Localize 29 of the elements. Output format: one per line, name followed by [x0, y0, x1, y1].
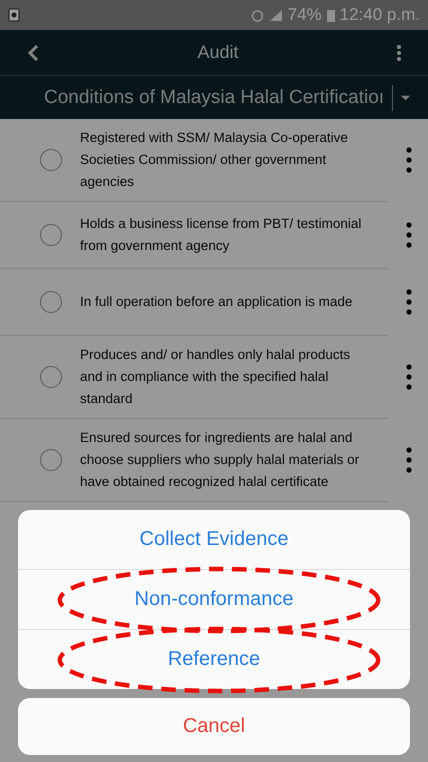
action-button[interactable]: Reference: [18, 630, 410, 689]
more-icon[interactable]: [396, 44, 402, 62]
more-icon[interactable]: [406, 289, 412, 315]
page-title: Audit: [197, 42, 239, 63]
battery-icon: [326, 8, 335, 22]
cancel-button[interactable]: Cancel: [18, 698, 410, 755]
checklist-item[interactable]: Produces and/ or handles only halal products and in compliance with the specified halal standard: [80, 344, 372, 410]
alarm-icon: [250, 8, 264, 22]
more-icon[interactable]: [406, 364, 412, 390]
back-icon[interactable]: [26, 44, 40, 62]
action-button[interactable]: Non-conformance: [18, 570, 410, 629]
action-button[interactable]: Collect Evidence: [18, 510, 410, 569]
more-icon[interactable]: [406, 147, 412, 173]
more-icon[interactable]: [406, 447, 412, 473]
radio-button[interactable]: [40, 366, 62, 388]
radio-button[interactable]: [40, 449, 62, 471]
clock: 12:40 p.m.: [340, 5, 420, 25]
section-dropdown[interactable]: Conditions of Malaysia Halal Certificatioı: [0, 76, 428, 119]
radio-button[interactable]: [40, 291, 62, 313]
battery-level: 74%: [288, 5, 322, 25]
checklist-item[interactable]: Ensured sources for ingredients are halal and choose suppliers who supply halal materials or have obtained recognized halal certificate: [80, 427, 372, 493]
more-icon[interactable]: [406, 222, 412, 248]
checklist-item[interactable]: In full operation before an application is made: [80, 291, 352, 313]
radio-button[interactable]: [40, 224, 62, 246]
signal-icon: [268, 9, 283, 21]
radio-button[interactable]: [40, 149, 62, 171]
checklist-item[interactable]: Registered with SSM/ Malaysia Co-operative Societies Commission/ other government agencies: [80, 127, 372, 193]
checklist-item[interactable]: Holds a business license from PBT/ testimonial from government agency: [80, 213, 372, 257]
image-icon: [8, 8, 20, 22]
